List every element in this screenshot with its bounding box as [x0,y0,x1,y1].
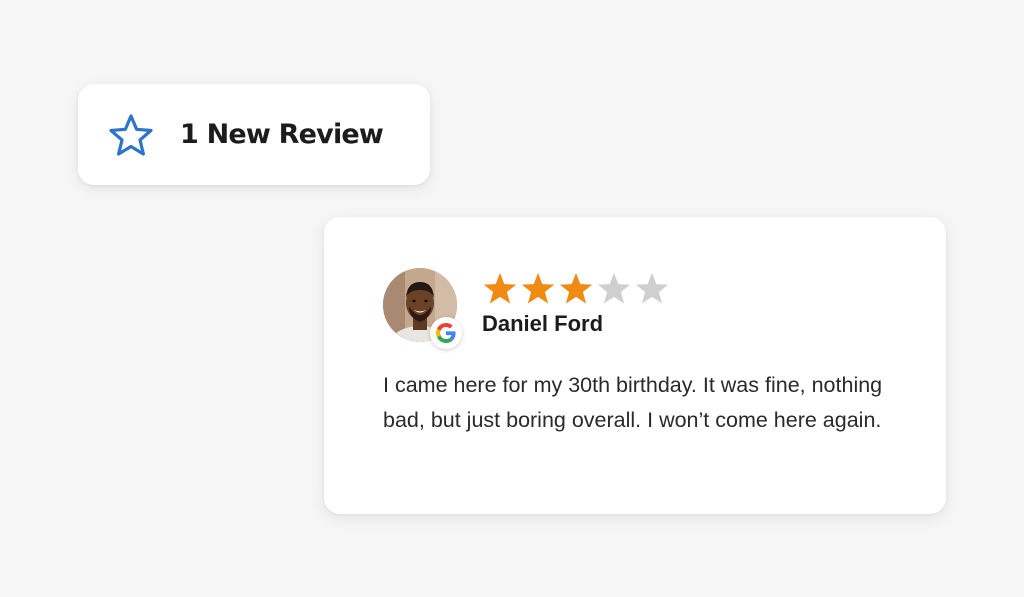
star-filled-icon [559,273,593,304]
review-card: Daniel Ford I came here for my 30th birt… [324,217,946,514]
new-review-notification[interactable]: 1 New Review [78,84,430,185]
star-rating [482,272,670,306]
reviewer-name: Daniel Ford [482,311,604,336]
notification-title: 1 New Review [180,119,384,150]
star-empty-icon [597,273,631,304]
star-outline-icon [108,113,154,157]
star-filled-icon [521,273,555,304]
google-g-icon [430,317,462,349]
star-filled-icon [483,273,517,304]
star-empty-icon [635,273,669,304]
review-text: I came here for my 30th birthday. It was… [383,373,883,432]
